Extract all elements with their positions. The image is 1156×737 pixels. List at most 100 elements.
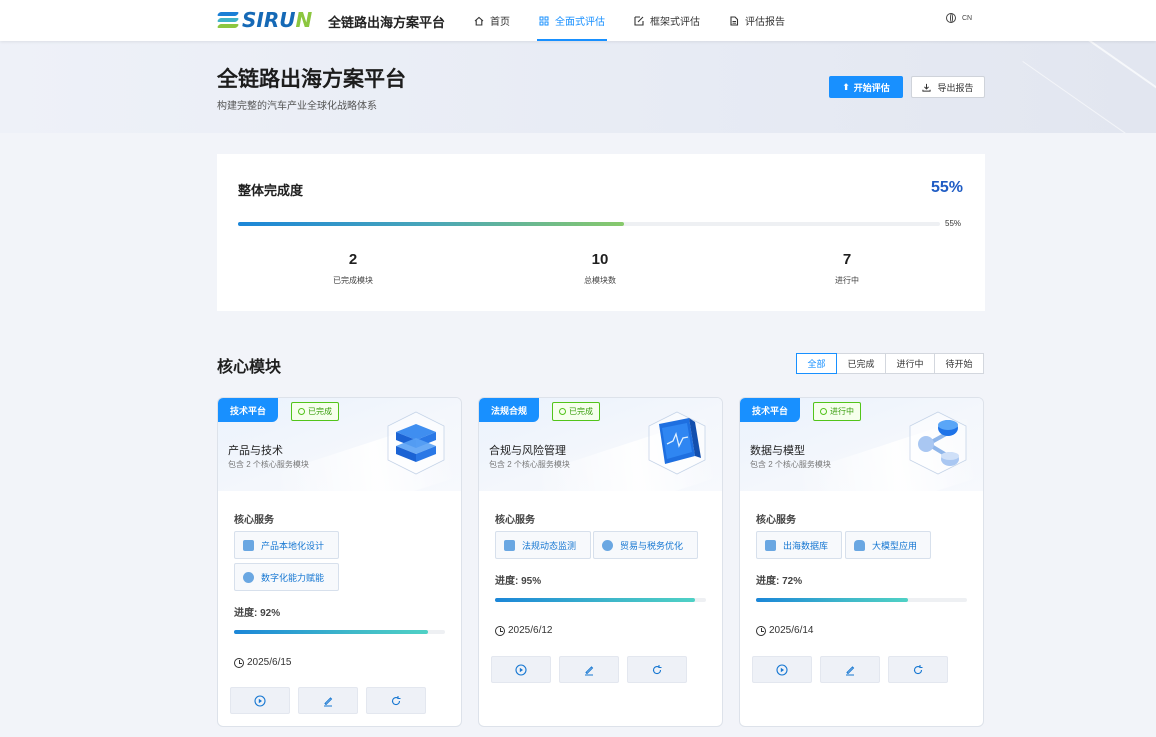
refresh-button[interactable] <box>366 687 426 714</box>
status-badge: 已完成 <box>291 402 339 421</box>
module-card-header: 法规合规 已完成 合规与风险管理 包含 2 个核心服务模块 <box>479 398 722 491</box>
section-title-core-modules: 核心模块 <box>217 359 282 376</box>
filter-all[interactable]: 全部 <box>796 353 837 374</box>
module-date: 2025/6/15 <box>234 657 292 668</box>
check-circle-icon <box>298 408 305 415</box>
module-card-compliance-risk[interactable]: 法规合规 已完成 合规与风险管理 包含 2 个核心服务模块 核心服务 法规动态监… <box>478 397 723 727</box>
sphere-icon <box>243 571 254 583</box>
module-progress-fill <box>234 630 429 634</box>
edit-button[interactable] <box>820 656 880 683</box>
rocket-icon: ⬆ <box>842 81 850 92</box>
coins-icon <box>602 539 613 551</box>
nav-item-label: 评估报告 <box>745 17 785 28</box>
stat-in-progress: 7 进行中 <box>835 251 859 285</box>
module-progress-bar <box>234 630 445 634</box>
overall-progress-bar <box>238 222 940 226</box>
filter-in-progress[interactable]: 进行中 <box>885 353 935 374</box>
nav-item-framework-assessment[interactable]: 框架式评估 <box>634 0 700 41</box>
sirun-logo[interactable]: SIRUN <box>216 8 313 32</box>
play-circle-icon <box>515 663 527 676</box>
export-report-button[interactable]: 导出报告 <box>911 76 985 98</box>
module-tag: 技术平台 <box>740 398 801 422</box>
edit-icon <box>634 15 644 26</box>
page-subtitle: 构建完整的汽车产业全球化战略体系 <box>217 101 377 112</box>
module-progress-fill <box>756 598 908 602</box>
module-tag: 法规合规 <box>479 398 540 422</box>
page-title: 全链路出海方案平台 <box>217 68 406 91</box>
stat-total-modules: 10 总模块数 <box>584 251 616 285</box>
core-services-label: 核心服务 <box>495 515 535 526</box>
start-assessment-button[interactable]: ⬆ 开始评估 <box>829 76 903 98</box>
service-digital-enablement[interactable]: 数字化能力赋能 <box>234 563 339 591</box>
play-button[interactable] <box>491 656 551 683</box>
database-molecule-illustration-icon <box>909 411 967 475</box>
edit-button[interactable] <box>298 687 358 714</box>
download-icon <box>922 83 932 92</box>
stat-completed-modules: 2 已完成模块 <box>333 251 373 285</box>
module-tag: 技术平台 <box>218 398 279 422</box>
module-description: 包含 2 个核心服务模块 <box>750 460 831 469</box>
loading-circle-icon <box>820 408 827 415</box>
module-card-product-technology[interactable]: 技术平台 已完成 产品与技术 包含 2 个核心服务模块 核心服务 产品本地化设计… <box>217 397 462 727</box>
service-trade-tax-optimization[interactable]: 贸易与税务优化 <box>593 531 698 559</box>
progress-label: 进度: 92% <box>234 608 281 619</box>
play-button[interactable] <box>752 656 812 683</box>
status-badge: 已完成 <box>552 402 600 421</box>
core-services-label: 核心服务 <box>234 515 274 526</box>
module-card-data-models[interactable]: 技术平台 进行中 数据与模型 包含 2 个核心服务模块 核心服务 出海数据库 大… <box>739 397 984 727</box>
home-icon <box>474 16 484 26</box>
play-button[interactable] <box>230 687 290 714</box>
service-overseas-database[interactable]: 出海数据库 <box>756 531 842 559</box>
nav-item-full-assessment[interactable]: 全面式评估 <box>537 0 607 41</box>
nav-item-label: 首页 <box>490 17 510 28</box>
edit-button[interactable] <box>559 656 619 683</box>
refresh-icon <box>652 664 662 674</box>
filter-not-started[interactable]: 待开始 <box>934 353 984 374</box>
service-llm-application[interactable]: 大模型应用 <box>845 531 931 559</box>
module-name: 数据与模型 <box>750 445 805 457</box>
cube-icon <box>243 539 254 551</box>
service-regulation-monitoring[interactable]: 法规动态监测 <box>495 531 591 559</box>
overall-progress-label: 整体完成度 <box>238 183 304 198</box>
module-date: 2025/6/12 <box>495 625 553 636</box>
logo-mark-icon <box>216 10 240 30</box>
pencil-icon <box>846 665 855 675</box>
clock-icon <box>234 657 244 668</box>
overall-progress-card: 整体完成度 55% 55% 2 已完成模块 10 总模块数 7 进行中 <box>217 154 985 311</box>
module-card-header: 技术平台 进行中 数据与模型 包含 2 个核心服务模块 <box>740 398 983 491</box>
module-card-header: 技术平台 已完成 产品与技术 包含 2 个核心服务模块 <box>218 398 461 491</box>
clipboard-icon <box>504 539 515 551</box>
globe-icon <box>946 13 956 23</box>
module-name: 产品与技术 <box>228 445 283 457</box>
document-icon <box>730 15 739 26</box>
module-date: 2025/6/14 <box>756 625 814 636</box>
module-description: 包含 2 个核心服务模块 <box>489 460 570 469</box>
refresh-button[interactable] <box>627 656 687 683</box>
hero-banner: 全链路出海方案平台 构建完整的汽车产业全球化战略体系 ⬆ 开始评估 导出报告 <box>0 41 1156 133</box>
logo-text: SIRUN <box>242 8 313 32</box>
overall-progress-fill <box>238 222 625 226</box>
server-stack-illustration-icon <box>387 411 445 475</box>
nav-item-assessment-report[interactable]: 评估报告 <box>729 0 785 41</box>
top-navigation-bar: SIRUN 全链路出海方案平台 首页 全面式评估 框架式评估 评估报告 CN <box>0 0 1156 41</box>
module-progress-bar <box>495 598 706 602</box>
module-filter-tabs: 全部 已完成 进行中 待开始 <box>796 353 984 374</box>
clock-icon <box>495 625 505 636</box>
play-circle-icon <box>776 663 788 676</box>
status-badge: 进行中 <box>813 402 861 421</box>
refresh-button[interactable] <box>888 656 948 683</box>
service-product-localization[interactable]: 产品本地化设计 <box>234 531 339 559</box>
progress-label: 进度: 95% <box>495 576 542 587</box>
core-services-label: 核心服务 <box>756 515 796 526</box>
language-switcher[interactable]: CN <box>946 13 972 23</box>
refresh-icon <box>913 664 923 674</box>
nav-item-home[interactable]: 首页 <box>474 0 510 41</box>
filter-completed[interactable]: 已完成 <box>836 353 886 374</box>
main-nav: 首页 全面式评估 框架式评估 评估报告 <box>474 0 814 41</box>
nav-item-label: 全面式评估 <box>555 17 605 28</box>
progress-label: 进度: 72% <box>756 576 803 587</box>
module-name: 合规与风险管理 <box>489 445 566 457</box>
clock-icon <box>756 625 766 636</box>
module-progress-fill <box>495 598 696 602</box>
card-actions <box>491 656 695 683</box>
